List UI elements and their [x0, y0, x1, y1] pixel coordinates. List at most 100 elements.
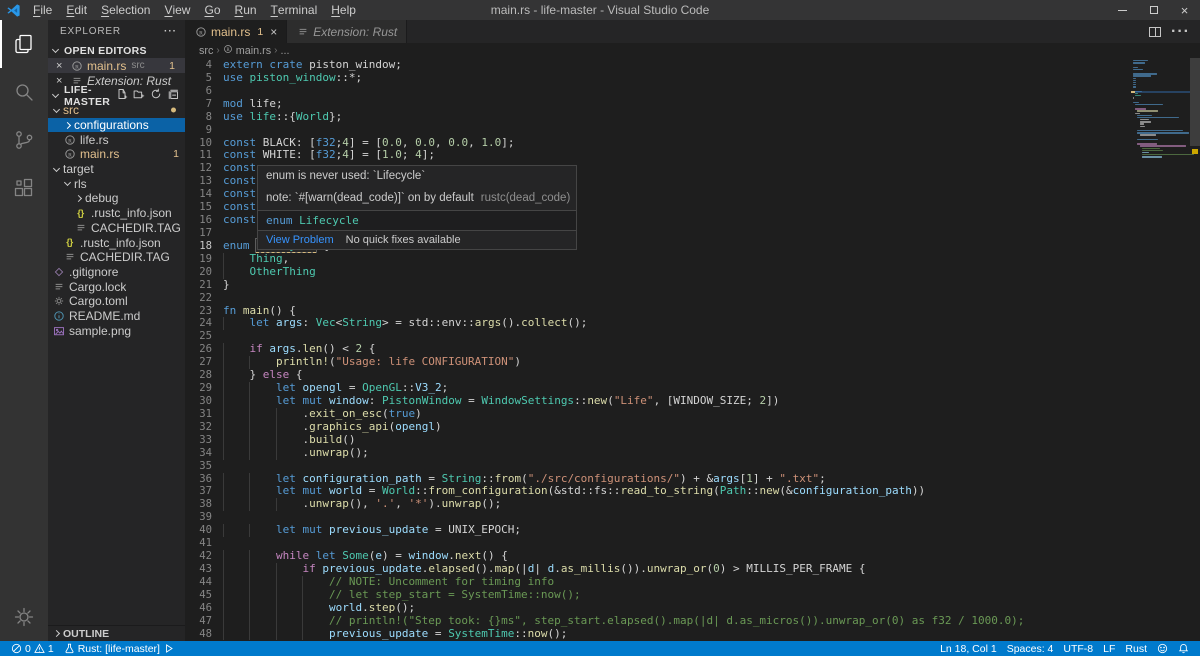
tree-item-cachedir-tag[interactable]: CACHEDIR.TAG — [48, 250, 185, 265]
collapse-all-icon[interactable] — [167, 88, 179, 103]
minimap-line — [1133, 82, 1136, 83]
close-icon[interactable]: × — [270, 25, 277, 39]
minimap-line — [1133, 80, 1136, 81]
tree-item-debug[interactable]: debug — [48, 191, 185, 206]
minimap-line — [1133, 69, 1143, 70]
activity-explorer[interactable] — [0, 20, 48, 68]
code-line-34: 34 .unwrap(); — [185, 447, 1200, 460]
tree-item-configurations[interactable]: configurations — [48, 118, 185, 133]
maximize-button[interactable] — [1138, 0, 1169, 20]
line-number: 43 — [185, 563, 212, 576]
tree-item-label: src — [63, 103, 79, 117]
tree-item-cargo-toml[interactable]: Cargo.toml — [48, 294, 185, 309]
tree-item-cachedir-tag[interactable]: CACHEDIR.TAG — [48, 221, 185, 236]
scrollbar-thumb[interactable] — [1190, 58, 1200, 146]
hover-message: enum is never used: `Lifecycle` — [258, 166, 576, 186]
tree-item-readme-md[interactable]: README.md — [48, 309, 185, 324]
info-icon — [52, 309, 65, 322]
rls-status[interactable]: Rust: [life-master] — [59, 641, 179, 656]
outline-section[interactable]: OUTLINE — [48, 625, 185, 641]
new-file-icon[interactable] — [116, 88, 128, 103]
tree-item-cargo-lock[interactable]: Cargo.lock — [48, 279, 185, 294]
menu-run[interactable]: Run — [228, 0, 264, 20]
outline-label: OUTLINE — [63, 628, 109, 640]
problems-status[interactable]: 0 1 — [6, 641, 59, 656]
tab-bar: Rmain.rs1×Extension: Rust ··· — [185, 20, 1200, 43]
minimap-line — [1137, 117, 1179, 118]
window-controls: × — [1107, 0, 1200, 20]
code-text: use life::{World}; — [223, 111, 342, 124]
breadcrumb-item[interactable]: Rmain.rs — [223, 44, 271, 57]
bell-icon[interactable] — [1173, 643, 1194, 654]
activity-search[interactable] — [0, 68, 48, 116]
status-ln[interactable]: Ln 18, Col 1 — [935, 643, 1002, 655]
activity-source-control[interactable] — [0, 116, 48, 164]
tree-item-sample-png[interactable]: sample.png — [48, 323, 185, 338]
indent-guide — [223, 317, 224, 330]
breadcrumb[interactable]: src›Rmain.rs›... — [185, 43, 1200, 58]
menu-edit[interactable]: Edit — [59, 0, 94, 20]
menu-help[interactable]: Help — [324, 0, 363, 20]
vertical-scrollbar[interactable] — [1190, 58, 1200, 641]
svg-text:R: R — [68, 138, 72, 144]
activity-extensions[interactable] — [0, 164, 48, 212]
activity-manage[interactable] — [0, 593, 48, 641]
menu-selection[interactable]: Selection — [94, 0, 157, 20]
tree-item--rustc-info-json[interactable]: {}.rustc_info.json — [48, 235, 185, 250]
tree-item--rustc-info-json[interactable]: {}.rustc_info.json — [48, 206, 185, 221]
open-editor-label: main.rs — [87, 59, 126, 73]
new-folder-icon[interactable] — [133, 88, 145, 103]
menu-go[interactable]: Go — [197, 0, 227, 20]
status-spaces[interactable]: Spaces: 4 — [1002, 643, 1059, 655]
line-number: 44 — [185, 576, 212, 589]
breadcrumb-item[interactable]: src — [199, 45, 213, 57]
menu-terminal[interactable]: Terminal — [264, 0, 325, 20]
minimap-line — [1140, 123, 1144, 124]
view-problem-link[interactable]: View Problem — [266, 234, 334, 246]
line-number: 22 — [185, 292, 212, 305]
more-actions-icon[interactable]: ··· — [1171, 23, 1190, 41]
refresh-icon[interactable] — [150, 88, 162, 103]
minimap-line — [1133, 86, 1136, 87]
code-text: let args: Vec<String> = std::env::args()… — [223, 317, 587, 330]
minimap-line — [1135, 113, 1139, 114]
breadcrumb-label: ... — [281, 45, 290, 57]
tabs: Rmain.rs1×Extension: Rust — [185, 20, 407, 43]
warning-icon — [34, 643, 45, 654]
menu-file[interactable]: File — [26, 0, 59, 20]
folder-section[interactable]: LIFE-MASTER — [48, 88, 185, 103]
status-utf-8[interactable]: UTF-8 — [1058, 643, 1098, 655]
tree-item-main-rs[interactable]: Rmain.rs1 — [48, 147, 185, 162]
status-rust[interactable]: Rust — [1120, 643, 1152, 655]
split-editor-icon[interactable] — [1149, 27, 1161, 37]
code-editor[interactable]: 4extern crate piston_window;5use piston_… — [185, 58, 1200, 641]
minimize-button[interactable] — [1107, 0, 1138, 20]
tree-item--gitignore[interactable]: .gitignore — [48, 265, 185, 280]
activity-bar-spacer — [0, 212, 48, 593]
close-button[interactable]: × — [1169, 0, 1200, 20]
tree-item-life-rs[interactable]: Rlife.rs — [48, 132, 185, 147]
status-lf[interactable]: LF — [1098, 643, 1120, 655]
menu-view[interactable]: View — [157, 0, 197, 20]
hover-note-source: rustc(dead_code) — [481, 192, 571, 204]
minimap-line — [1140, 134, 1157, 135]
tree-item-rls[interactable]: rls — [48, 176, 185, 191]
explorer-more-actions-icon[interactable]: ··· — [164, 26, 177, 37]
feedback-smiley-icon[interactable] — [1152, 643, 1173, 654]
open-editors-section[interactable]: OPEN EDITORS — [48, 43, 185, 58]
line-number: 10 — [185, 137, 212, 150]
minimap-line — [1142, 154, 1194, 155]
minimap[interactable] — [1133, 60, 1188, 158]
tree-item-src[interactable]: src — [48, 103, 185, 118]
close-icon[interactable]: × — [56, 60, 66, 72]
tree-item-label: README.md — [69, 309, 140, 323]
line-number: 7 — [185, 98, 212, 111]
rust-file-icon: R — [223, 44, 233, 57]
open-editor-item[interactable]: ×Rmain.rssrc1 — [48, 58, 185, 73]
tab-extension-rust[interactable]: Extension: Rust — [287, 20, 407, 43]
breadcrumb-label: main.rs — [236, 45, 271, 57]
tree-item-target[interactable]: target — [48, 162, 185, 177]
tab-problems-badge: 1 — [257, 26, 263, 38]
tab-main-rs[interactable]: Rmain.rs1× — [185, 20, 287, 43]
breadcrumb-item[interactable]: ... — [281, 45, 290, 57]
